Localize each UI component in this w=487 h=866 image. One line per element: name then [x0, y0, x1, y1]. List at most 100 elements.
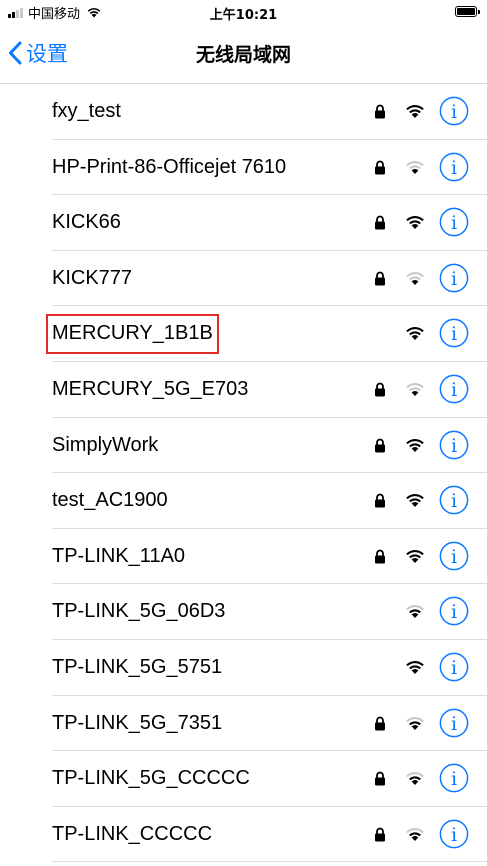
network-row[interactable]: HP-Print-86-Officejet 7610 i	[0, 140, 487, 196]
network-row[interactable]: SimplyWork i	[0, 418, 487, 474]
info-icon: i	[439, 207, 469, 237]
lock-icon	[374, 215, 386, 230]
info-button[interactable]: i	[439, 374, 469, 404]
chevron-left-icon	[9, 41, 22, 65]
svg-text:i: i	[451, 713, 457, 735]
network-row[interactable]: TP-LINK_5G_06D3 i	[0, 584, 487, 640]
network-list: fxy_test i HP-Print-86-Officejet 7610 i KICK…	[0, 84, 487, 862]
info-button[interactable]: i	[439, 541, 469, 571]
network-name: MERCURY_5G_E703	[52, 377, 249, 400]
battery-icon	[455, 6, 480, 17]
svg-text:i: i	[451, 601, 457, 623]
network-row[interactable]: fxy_test i	[0, 84, 487, 140]
wifi-signal-icon	[404, 658, 426, 675]
info-button[interactable]: i	[439, 96, 469, 126]
network-row[interactable]: TP-LINK_CCCCC i	[0, 807, 487, 863]
svg-text:i: i	[451, 768, 457, 790]
wifi-signal-icon	[404, 380, 426, 397]
info-icon: i	[439, 263, 469, 293]
info-icon: i	[439, 708, 469, 737]
info-icon: i	[439, 430, 469, 459]
info-button[interactable]: i	[439, 318, 469, 348]
info-button[interactable]: i	[439, 596, 469, 626]
battery-fill	[457, 8, 475, 15]
lock-icon	[374, 716, 386, 731]
lock-icon	[374, 493, 386, 508]
wifi-signal-icon	[404, 269, 426, 286]
lock-icon	[374, 549, 386, 564]
wifi-signal-icon	[404, 491, 426, 508]
network-row[interactable]: KICK777 i	[0, 251, 487, 307]
back-label: 设置	[26, 42, 68, 66]
network-row[interactable]: MERCURY_5G_E703 i	[0, 362, 487, 418]
wifi-signal-icon	[404, 714, 426, 731]
svg-text:i: i	[451, 824, 457, 846]
info-icon: i	[439, 763, 469, 793]
wifi-signal-icon	[404, 769, 426, 786]
back-button[interactable]: 设置	[8, 38, 68, 68]
network-row[interactable]: TP-LINK_5G_CCCCC i	[0, 751, 487, 807]
network-row[interactable]: TP-LINK_5G_7351 i	[0, 696, 487, 752]
page-title: 无线局域网	[195, 44, 291, 66]
info-button[interactable]: i	[439, 263, 469, 293]
svg-text:i: i	[451, 157, 457, 179]
info-button[interactable]: i	[439, 652, 469, 682]
network-row[interactable]: TP-LINK_5G_5751 i	[0, 640, 487, 696]
network-name: KICK66	[52, 211, 121, 234]
network-name: TP-LINK_CCCCC	[52, 822, 213, 845]
info-icon: i	[439, 541, 469, 571]
info-icon: i	[439, 485, 469, 515]
wifi-signal-icon	[404, 324, 426, 341]
network-name: MERCURY_1B1B	[52, 322, 213, 345]
network-name: TP-LINK_5G_CCCCC	[52, 767, 250, 790]
info-icon: i	[439, 374, 469, 404]
wifi-signal-icon	[404, 436, 426, 453]
info-button[interactable]: i	[439, 152, 469, 182]
network-name: TP-LINK_5G_06D3	[52, 600, 226, 623]
info-button[interactable]: i	[439, 763, 469, 793]
svg-text:i: i	[451, 435, 457, 457]
info-button[interactable]: i	[439, 708, 469, 738]
info-icon: i	[439, 319, 469, 348]
svg-text:i: i	[451, 546, 457, 568]
lock-icon	[374, 104, 386, 119]
lock-icon	[374, 771, 386, 786]
info-button[interactable]: i	[439, 207, 469, 237]
info-button[interactable]: i	[439, 430, 469, 460]
lock-icon	[374, 827, 386, 842]
lock-icon	[374, 382, 386, 397]
wifi-signal-icon	[404, 158, 426, 175]
navigation-bar: 设置 无线局域网	[0, 24, 487, 84]
wifi-signal-icon	[404, 825, 426, 842]
svg-text:i: i	[451, 101, 457, 123]
lock-icon	[374, 271, 386, 286]
info-icon: i	[439, 152, 469, 181]
svg-text:i: i	[451, 323, 457, 345]
info-icon: i	[439, 652, 469, 682]
network-name: HP-Print-86-Officejet 7610	[52, 155, 287, 178]
info-button[interactable]: i	[439, 485, 469, 515]
network-name: TP-LINK_11A0	[52, 544, 186, 567]
network-row[interactable]: MERCURY_1B1B i	[0, 306, 487, 362]
info-icon: i	[439, 96, 469, 126]
info-icon: i	[439, 596, 469, 626]
lock-icon	[374, 160, 386, 175]
network-row[interactable]: TP-LINK_11A0 i	[0, 529, 487, 585]
network-name: TP-LINK_5G_5751	[52, 655, 223, 678]
svg-text:i: i	[451, 490, 457, 512]
wifi-signal-icon	[404, 102, 426, 119]
network-name: SimplyWork	[52, 433, 159, 456]
wifi-signal-icon	[404, 213, 426, 230]
info-icon: i	[439, 819, 469, 849]
info-button[interactable]: i	[439, 819, 469, 849]
network-row[interactable]: KICK66 i	[0, 195, 487, 251]
network-name: test_AC1900	[52, 489, 168, 512]
svg-text:i: i	[451, 268, 457, 290]
svg-text:i: i	[451, 657, 457, 679]
lock-icon	[374, 438, 386, 453]
network-name: TP-LINK_5G_7351	[52, 711, 223, 734]
network-name: fxy_test	[52, 100, 121, 122]
wifi-signal-icon	[404, 547, 426, 564]
svg-text:i: i	[451, 379, 457, 401]
network-row[interactable]: test_AC1900 i	[0, 473, 487, 529]
